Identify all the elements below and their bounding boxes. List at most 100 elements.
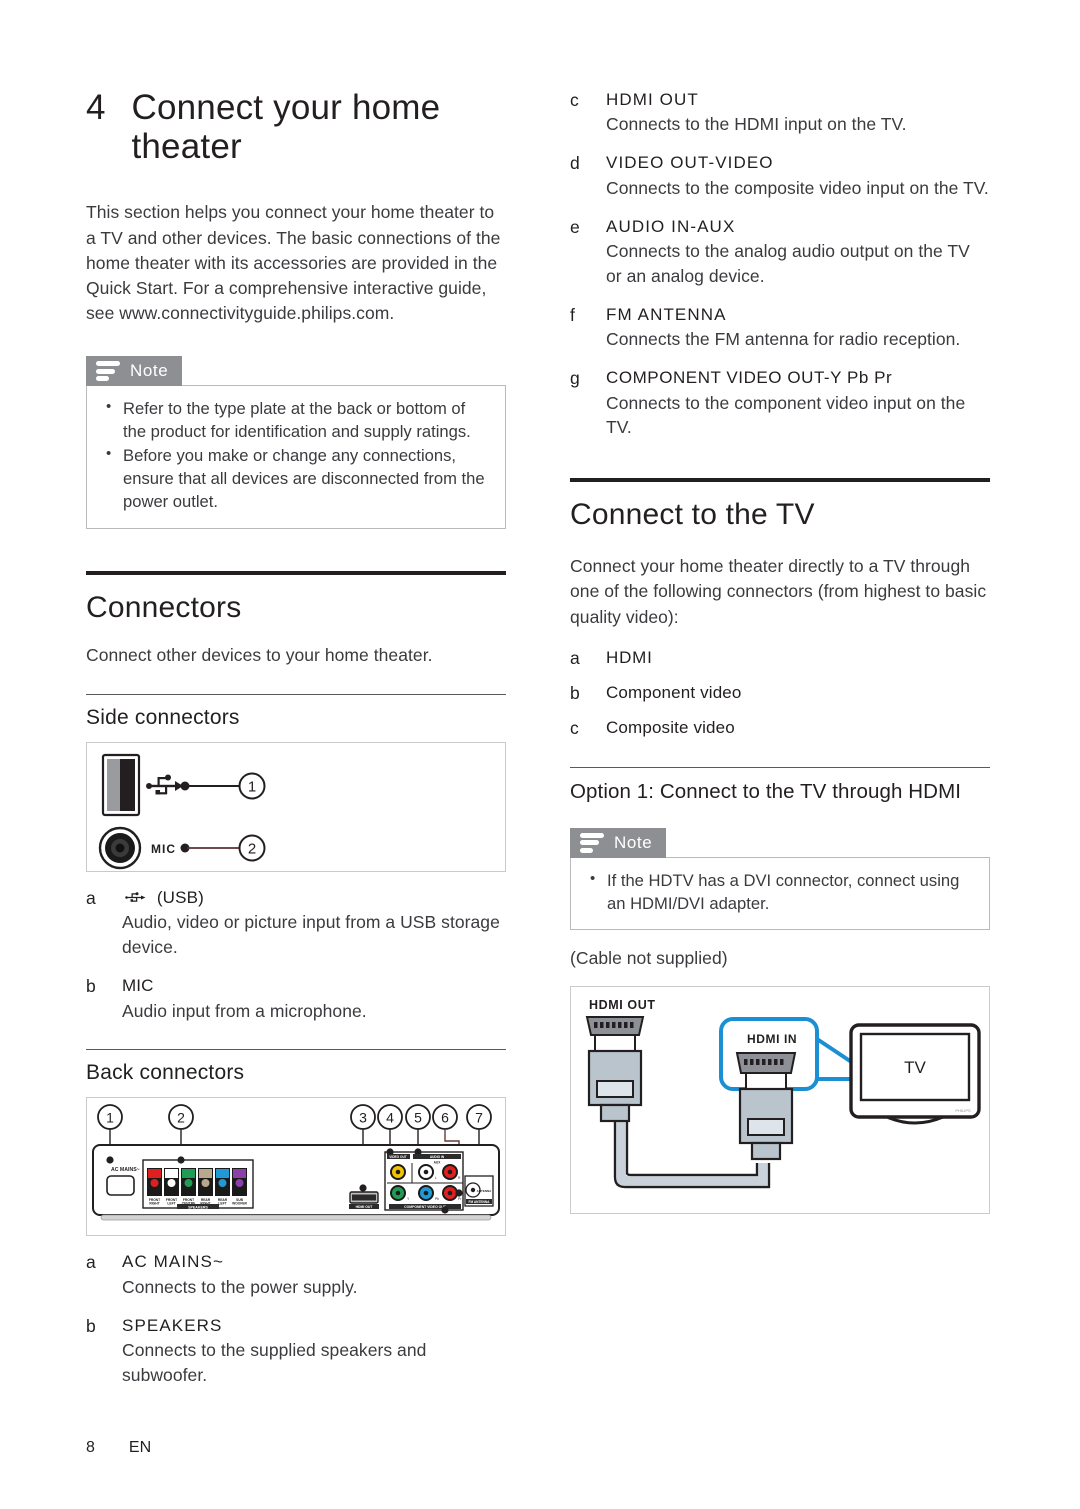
note-label: Note: [614, 832, 653, 852]
hdmi-plug-left: [585, 1015, 645, 1122]
document-page: 4 Connect your home theater This section…: [0, 0, 1080, 1509]
mic-port-label: MIC: [151, 842, 176, 856]
svg-text:PHILIPS: PHILIPS: [955, 1108, 971, 1113]
hdmi-in-figure-label: HDMI IN: [747, 1032, 797, 1046]
av-jacks-block: VIDEO OUT AUDIO IN AUX L R Y Pb Pr COMPO…: [384, 1148, 464, 1215]
hdmi-plug-right: [735, 1051, 797, 1160]
svg-text:WOOFER: WOOFER: [232, 1202, 247, 1206]
svg-text:FM ANTENNA: FM ANTENNA: [469, 1201, 491, 1205]
left-column: 4 Connect your home theater This section…: [86, 88, 506, 1388]
item-key: a: [86, 1252, 96, 1273]
item-term-text: (USB): [156, 887, 204, 907]
item-term: AC MAINS~: [122, 1252, 225, 1272]
list-item: g COMPONENT VIDEO OUT-Y Pb Pr Connects t…: [570, 366, 990, 440]
item-term: FM ANTENNA: [606, 304, 727, 324]
item-key: f: [570, 304, 575, 325]
list-item: d VIDEO OUT-VIDEO Connects to the compos…: [570, 151, 990, 200]
item-key: b: [86, 976, 96, 997]
back-connectors-figure: 1 2 3 4 5 6 7 AC MAINS~ FRONT RIGHT FRON…: [86, 1097, 506, 1237]
item-term: COMPONENT VIDEO OUT-Y Pb Pr: [606, 368, 893, 388]
usb-icon: [146, 774, 183, 795]
note-box-2: Note If the HDTV has a DVI connector, co…: [570, 827, 990, 931]
usb-icon: [125, 892, 146, 902]
connect-tv-intro: Connect your home theater directly to a …: [570, 556, 987, 627]
item-term: HDMI: [606, 647, 653, 667]
chapter-number: 4: [86, 88, 106, 127]
item-term: VIDEO OUT-VIDEO: [606, 153, 774, 173]
cable-caption: (Cable not supplied): [570, 948, 728, 969]
page-footer: 8 EN: [86, 1439, 151, 1457]
chapter-heading: 4 Connect your home theater: [86, 88, 506, 166]
svg-text:2: 2: [177, 1110, 185, 1126]
back-connectors-heading: Back connectors: [86, 1061, 245, 1085]
connect-tv-heading: Connect to the TV: [570, 498, 815, 532]
mic-jack-graphic: [98, 826, 142, 870]
note-body: If the HDTV has a DVI connector, connect…: [570, 856, 990, 931]
svg-text:L: L: [435, 1176, 437, 1180]
note-label: Note: [130, 361, 169, 381]
item-term: HDMI OUT: [606, 90, 699, 109]
item-key: e: [570, 216, 580, 237]
hdmi-connection-figure: HDMI OUT HDMI IN TV PHILIPS: [570, 985, 990, 1214]
list-item: a HDMI: [570, 646, 990, 671]
item-key: a: [570, 647, 580, 668]
item-desc: Connects to the power supply.: [122, 1276, 358, 1297]
note-icon: [96, 361, 120, 382]
item-key: a: [86, 887, 96, 908]
usb-port-graphic: [101, 753, 141, 817]
item-desc: Audio, video or picture input from a USB…: [122, 912, 500, 958]
list-item: b SPEAKERS Connects to the supplied spea…: [86, 1314, 506, 1388]
list-item: c Composite video: [570, 716, 990, 741]
back-panel-diagram: 1 2 3 4 5 6 7 AC MAINS~ FRONT RIGHT FRON…: [92, 1104, 500, 1221]
list-item: b Component video: [570, 681, 990, 706]
svg-text:RIGHT: RIGHT: [149, 1202, 159, 1206]
list-item: e AUDIO IN-AUX Connects to the analog au…: [570, 215, 990, 289]
svg-text:AUX: AUX: [434, 1161, 442, 1165]
item-key: b: [86, 1315, 96, 1336]
note-icon: [580, 832, 604, 853]
item-desc: Connects the FM antenna for radio recept…: [606, 329, 961, 350]
note-header: Note: [86, 356, 183, 387]
side-connectors-figure: 1 MIC 2: [86, 741, 506, 872]
svg-text:VIDEO OUT: VIDEO OUT: [389, 1156, 407, 1160]
speakers-block: FRONT RIGHT FRONT LEFT FRONT CENTRE REAR…: [142, 1156, 254, 1210]
svg-text:COMPONENT VIDEO OUT: COMPONENT VIDEO OUT: [404, 1206, 447, 1210]
option1-heading: Option 1: Connect to the TV through HDMI: [570, 780, 962, 804]
svg-text:HDMI OUT: HDMI OUT: [356, 1206, 374, 1210]
side-connectors-diagram: 1 MIC 2: [98, 753, 266, 870]
list-item: a (USB) Audio, video or picture input fr…: [86, 886, 506, 960]
item-desc: Connects to the composite video input on…: [606, 177, 989, 198]
side-connectors-list: a (USB) Audio, video or picture input fr…: [86, 886, 506, 1023]
note-item: If the HDTV has a DVI connector, connect…: [587, 869, 973, 916]
back-connectors-list-right: c HDMI OUT Connects to the HDMI input on…: [570, 88, 990, 440]
note-body: Refer to the type plate at the back or b…: [86, 385, 506, 529]
item-desc: Audio input from a microphone.: [122, 1000, 367, 1021]
list-item: a AC MAINS~ Connects to the power supply…: [86, 1250, 506, 1299]
callout-label-2: 2: [248, 840, 256, 857]
note-header: Note: [570, 827, 667, 858]
svg-text:4: 4: [386, 1110, 394, 1126]
svg-text:AC MAINS~: AC MAINS~: [111, 1167, 140, 1173]
list-item: c HDMI OUT Connects to the HDMI input on…: [570, 88, 990, 137]
note-item: Before you make or change any connection…: [103, 444, 489, 514]
item-desc: Connects to the component video input on…: [606, 392, 966, 438]
highlight-connector-line: [815, 1036, 855, 1065]
connectors-heading: Connectors: [86, 590, 242, 624]
svg-text:AUDIO IN: AUDIO IN: [430, 1156, 445, 1160]
tv-graphic: TV PHILIPS: [849, 1022, 981, 1125]
item-key: g: [570, 368, 580, 389]
item-term: MIC: [122, 976, 154, 996]
svg-text:5: 5: [414, 1110, 422, 1126]
note-box-1: Note Refer to the type plate at the back…: [86, 356, 506, 529]
item-term: (USB): [122, 886, 506, 910]
tv-label: TV: [904, 1058, 926, 1077]
item-desc: Connects to the analog audio output on t…: [606, 241, 970, 286]
svg-text:LEFT: LEFT: [167, 1202, 175, 1206]
note-item: Refer to the type plate at the back or b…: [103, 397, 489, 444]
back-connectors-list-left: a AC MAINS~ Connects to the power supply…: [86, 1250, 506, 1387]
connect-tv-options: a HDMI b Component video c Composite vid…: [570, 646, 990, 742]
intro-paragraph: This section helps you connect your home…: [86, 202, 501, 324]
hdmi-connection-diagram: HDMI OUT HDMI IN TV PHILIPS: [585, 998, 981, 1188]
svg-text:1: 1: [106, 1110, 114, 1126]
item-desc: Connects to the HDMI input on the TV.: [606, 114, 907, 135]
